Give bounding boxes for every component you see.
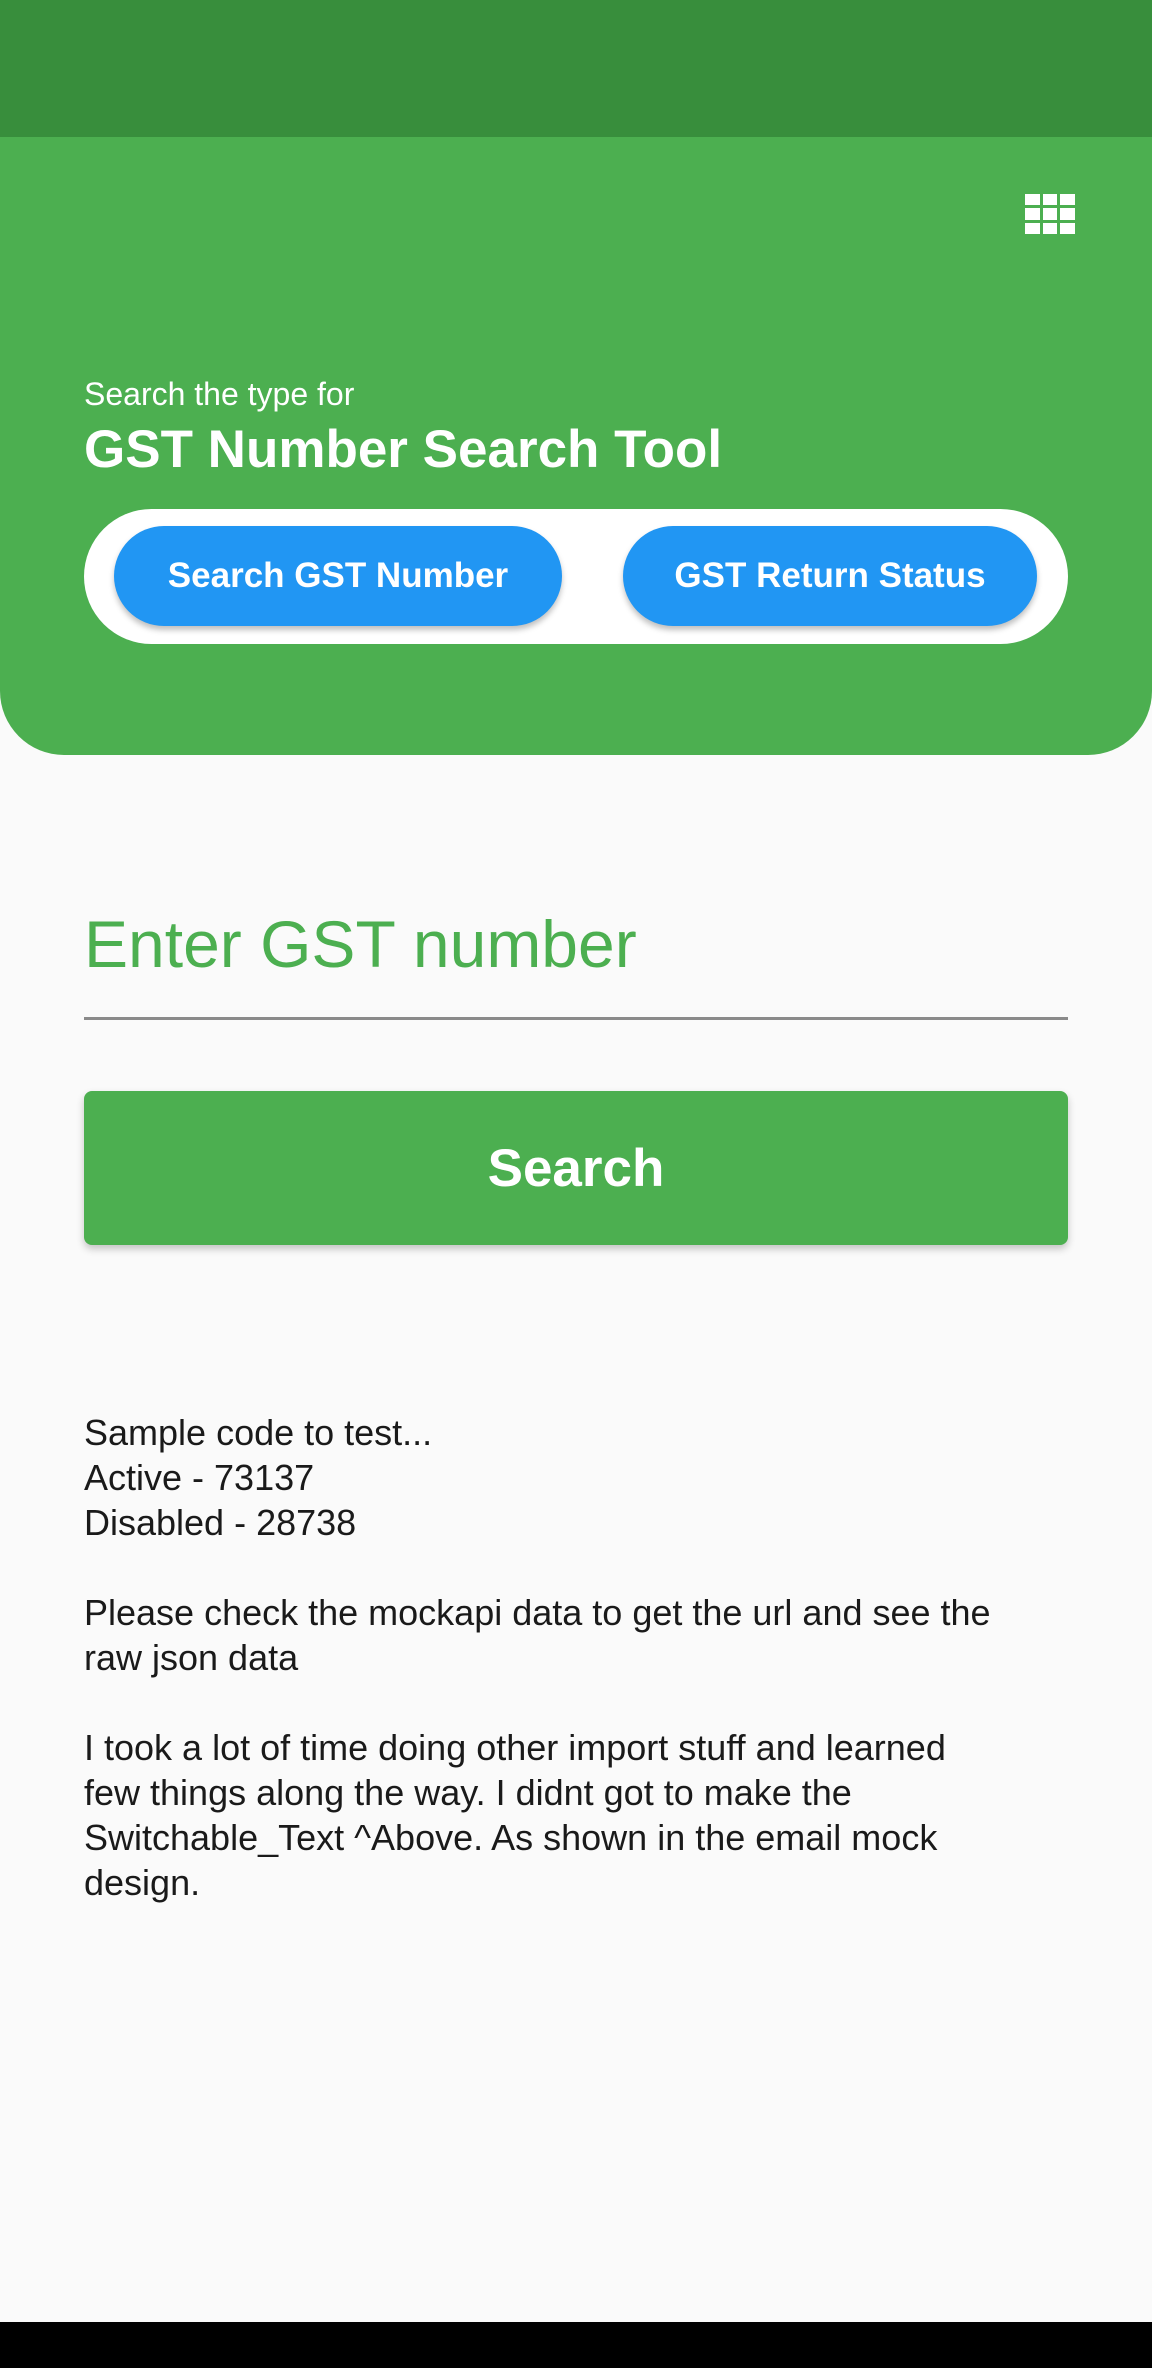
info-line: Disabled - 28738 bbox=[84, 1502, 357, 1543]
info-line: raw json data bbox=[84, 1637, 299, 1678]
info-text: Sample code to test... Active - 73137 Di… bbox=[84, 1410, 1084, 1905]
info-line: Switchable_Text ^Above. As shown in the … bbox=[84, 1817, 938, 1858]
info-line: Sample code to test... bbox=[84, 1412, 433, 1453]
gst-number-input[interactable] bbox=[84, 870, 1068, 1020]
search-button[interactable]: Search bbox=[84, 1091, 1068, 1245]
navigation-bar bbox=[0, 2322, 1152, 2368]
header-subtitle: Search the type for bbox=[84, 376, 355, 412]
status-bar bbox=[0, 0, 1152, 137]
info-line: Please check the mockapi data to get the… bbox=[84, 1592, 991, 1633]
grid-cell bbox=[1060, 208, 1075, 220]
grid-cell bbox=[1060, 194, 1075, 206]
grid-cell bbox=[1042, 194, 1058, 206]
search-gst-number-button[interactable]: Search GST Number bbox=[114, 526, 562, 626]
info-line: I took a lot of time doing other import … bbox=[84, 1727, 946, 1768]
grid-cell bbox=[1042, 208, 1058, 220]
info-line: Active - 73137 bbox=[84, 1457, 315, 1498]
grid-cell bbox=[1025, 222, 1040, 234]
info-line: few things along the way. I didnt got to… bbox=[84, 1772, 852, 1813]
page-title: GST Number Search Tool bbox=[84, 420, 723, 479]
search-type-toggle: Search GST Number GST Return Status bbox=[84, 509, 1068, 644]
grid-menu-icon[interactable] bbox=[1025, 194, 1075, 234]
grid-cell bbox=[1042, 222, 1058, 234]
info-line: design. bbox=[84, 1862, 201, 1903]
gst-return-status-button[interactable]: GST Return Status bbox=[623, 526, 1037, 626]
grid-cell bbox=[1060, 222, 1075, 234]
grid-cell bbox=[1025, 208, 1040, 220]
grid-cell bbox=[1025, 194, 1040, 206]
